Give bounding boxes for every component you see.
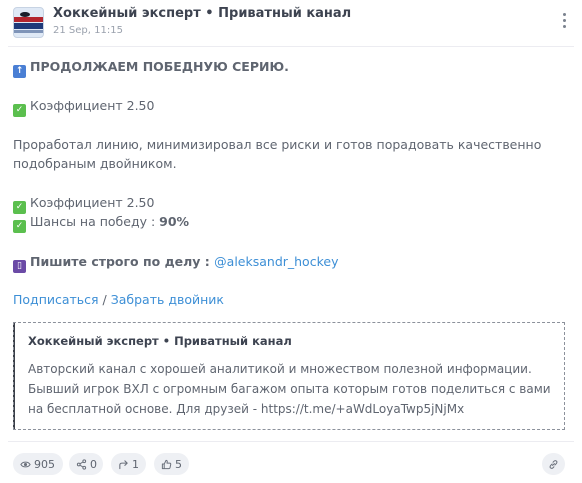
forwarded-quote[interactable]: Хоккейный эксперт • Приватный канал Авто… bbox=[13, 322, 565, 430]
contact-line: ▯ Пишите строго по делу : @aleksandr_hock… bbox=[13, 254, 338, 273]
links-line: Подписаться / Забрать двойник bbox=[13, 292, 224, 307]
views-counter[interactable]: 905 bbox=[13, 453, 63, 475]
likes-count: 5 bbox=[175, 457, 182, 471]
divider bbox=[8, 441, 574, 442]
post-headline: ↑ ПРОДОЛЖАЕМ ПОБЕДНУЮ СЕРИЮ. bbox=[13, 59, 289, 78]
coefficient-line: ✓ Коэффициент 2.50 bbox=[13, 195, 154, 214]
shares-counter[interactable]: 0 bbox=[69, 453, 103, 475]
link-separator: / bbox=[98, 292, 111, 307]
quote-text: Авторский канал с хорошей аналитикой и м… bbox=[28, 362, 551, 416]
check-icon: ✓ bbox=[13, 104, 26, 117]
take-double-link[interactable]: Забрать двойник bbox=[111, 292, 224, 307]
contact-handle-link[interactable]: @aleksandr_hockey bbox=[214, 254, 338, 269]
replies-counter[interactable]: 1 bbox=[111, 453, 146, 475]
shares-count: 0 bbox=[90, 457, 97, 471]
avatar-stripe bbox=[14, 23, 43, 29]
subscribe-link[interactable]: Подписаться bbox=[13, 292, 99, 307]
check-icon: ✓ bbox=[13, 220, 26, 233]
replies-count: 1 bbox=[132, 457, 139, 471]
avatar-stripe bbox=[14, 17, 43, 22]
copy-link-button[interactable] bbox=[542, 453, 565, 475]
chance-value: 90% bbox=[159, 214, 190, 229]
thumbs-up-icon bbox=[161, 459, 172, 469]
post-date: 21 Sep, 11:15 bbox=[53, 25, 123, 36]
check-icon: ✓ bbox=[13, 201, 26, 214]
chance-line: ✓ Шансы на победу : 90% bbox=[13, 214, 189, 233]
phone-icon: ▯ bbox=[13, 260, 26, 273]
quote-title: Хоккейный эксперт • Приватный канал bbox=[28, 334, 292, 348]
avatar-stripe bbox=[14, 30, 43, 33]
forward-arrow-icon bbox=[119, 459, 128, 469]
link-icon bbox=[549, 459, 558, 469]
puck-icon bbox=[20, 12, 30, 17]
coefficient-line: ✓ Коэффициент 2.50 bbox=[13, 98, 154, 117]
channel-avatar[interactable] bbox=[13, 7, 44, 38]
post-card: Хоккейный эксперт • Приватный канал 21 S… bbox=[0, 0, 582, 483]
more-vertical-icon[interactable] bbox=[559, 13, 569, 31]
divider bbox=[8, 46, 574, 47]
views-count: 905 bbox=[34, 457, 55, 471]
share-icon bbox=[76, 458, 87, 470]
paragraph-line: подобраным двойником. bbox=[13, 156, 177, 171]
eye-icon bbox=[20, 461, 31, 467]
channel-name[interactable]: Хоккейный эксперт • Приватный канал bbox=[53, 6, 351, 21]
likes-counter[interactable]: 5 bbox=[154, 453, 189, 475]
up-arrow-icon: ↑ bbox=[13, 65, 26, 78]
paragraph-line: Проработал линию, минимизировал все риск… bbox=[13, 137, 542, 152]
